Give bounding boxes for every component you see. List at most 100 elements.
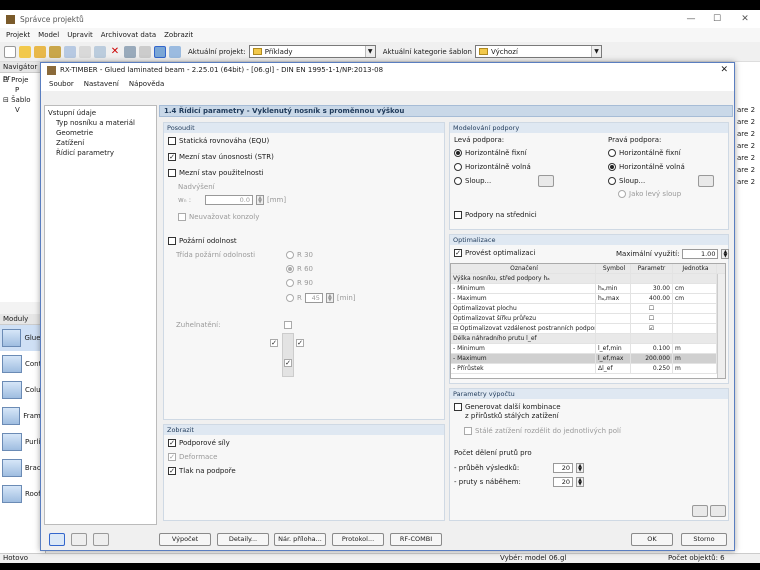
radio-selected[interactable]	[608, 163, 616, 171]
table-row[interactable]: Optimalizovat plochu ☐	[451, 304, 725, 314]
module-item[interactable]: Roof	[0, 481, 45, 507]
r-radio-row[interactable]: R 45 ▲ ▼ [min]	[286, 293, 356, 303]
checkbox[interactable]: ✓	[270, 339, 278, 347]
checkbox[interactable]	[284, 321, 292, 329]
edit-column-right-button[interactable]	[698, 175, 714, 187]
spin-icon[interactable]: ▲ ▼	[721, 249, 730, 259]
radio-selected[interactable]	[286, 265, 294, 273]
radio[interactable]	[618, 190, 626, 198]
tlak-checkbox-row[interactable]: ✓ Tlak na podpoře	[168, 467, 236, 475]
properties-icon[interactable]	[124, 45, 136, 58]
view-details-icon[interactable]	[169, 45, 181, 58]
checkbox-checked[interactable]: ✓	[168, 439, 176, 447]
project-select[interactable]: Příklady ▼	[248, 45, 376, 58]
table-row[interactable]: Optimalizovat šířku průřezu ☐	[451, 314, 725, 324]
table-row[interactable]: - Minimum l_ef,min 0.100 m	[451, 344, 725, 354]
r30-radio-row[interactable]: R 30	[286, 251, 313, 259]
maximize-icon[interactable]: ☐	[704, 10, 730, 28]
storno-button[interactable]: Storno	[681, 533, 727, 546]
export-icon[interactable]	[692, 505, 708, 517]
menu-model[interactable]: Model	[38, 31, 59, 39]
table-row[interactable]: - Maximum hₐ,max 400.00 cm	[451, 294, 725, 304]
protokol-button[interactable]: Protokol...	[332, 533, 384, 546]
edit-column-left-button[interactable]	[538, 175, 554, 187]
tree-item-geometrie[interactable]: Geometrie	[48, 128, 153, 138]
import-icon[interactable]	[710, 505, 726, 517]
table-row[interactable]: Výška nosníku, střed podpory hₐ	[451, 274, 725, 284]
view-list-icon[interactable]	[154, 45, 166, 58]
checkbox[interactable]	[168, 137, 176, 145]
tree-item-ridici[interactable]: Řídicí parametry	[48, 148, 153, 158]
nabeh-input[interactable]: 20	[553, 477, 573, 487]
module-item[interactable]: Glued	[0, 325, 45, 351]
r60-radio-row[interactable]: R 60	[286, 265, 313, 273]
checkbox-checked[interactable]: ✓	[168, 453, 176, 461]
radio[interactable]	[286, 251, 294, 259]
pozar-checkbox-row[interactable]: Požární odolnost	[168, 237, 237, 245]
menu-soubor[interactable]: Soubor	[49, 80, 74, 88]
print-icon[interactable]	[71, 533, 87, 546]
checkbox[interactable]	[454, 403, 462, 411]
zuhelnateni-checkbox[interactable]	[284, 321, 292, 329]
side-checkbox-left[interactable]: ✓	[270, 339, 278, 347]
rf-combi-button[interactable]: RF-COMBI	[390, 533, 442, 546]
prubeh-input[interactable]: 20	[553, 463, 573, 473]
spin-icon[interactable]: ▲ ▼	[325, 293, 334, 303]
module-item[interactable]: Brace	[0, 455, 45, 481]
checkbox[interactable]	[464, 427, 472, 435]
radio[interactable]	[454, 177, 462, 185]
tree-item[interactable]: ⊟ Proje	[3, 75, 42, 85]
detaily-button[interactable]: Detaily...	[217, 533, 269, 546]
module-item[interactable]: Conti	[0, 351, 45, 377]
leva-hf-radio[interactable]: Horizontálně fixní	[454, 149, 527, 157]
module-item[interactable]: Purlin	[0, 429, 45, 455]
close-icon[interactable]: ✕	[732, 10, 758, 28]
leva-hv-radio[interactable]: Horizontálně volná	[454, 163, 531, 171]
open-icon[interactable]	[19, 45, 31, 58]
sls-checkbox-row[interactable]: Mezní stav použitelnosti	[168, 169, 264, 177]
menu-nastaveni[interactable]: Nastavení	[84, 80, 119, 88]
radio-selected[interactable]	[454, 149, 462, 157]
help-icon[interactable]	[49, 533, 65, 546]
deformace-checkbox-row[interactable]: ✓ Deformace	[168, 453, 217, 461]
tree-item[interactable]: P	[3, 85, 42, 95]
menu-upravit[interactable]: Upravit	[67, 31, 93, 39]
tree-item-vstupni[interactable]: Vstupní údaje	[48, 108, 153, 118]
module-item[interactable]: Colun	[0, 377, 45, 403]
menu-archivovat[interactable]: Archivovat data	[101, 31, 156, 39]
table-scrollbar[interactable]	[717, 274, 725, 378]
checkbox[interactable]	[178, 213, 186, 221]
radio[interactable]	[286, 294, 294, 302]
table-row[interactable]: Délka náhradního prutu l_ef	[451, 334, 725, 344]
checkbox-checked[interactable]: ✓	[168, 467, 176, 475]
category-select[interactable]: Výchozí ▼	[475, 45, 602, 58]
menu-projekt[interactable]: Projekt	[6, 31, 30, 39]
str-checkbox-row[interactable]: ✓ Mezní stav únosnosti (STR)	[168, 153, 274, 161]
radio[interactable]	[608, 149, 616, 157]
radio[interactable]	[286, 279, 294, 287]
tree-item[interactable]: ⊟ Šablo	[3, 95, 42, 105]
konzoly-row[interactable]: Neuvažovat konzoly	[178, 213, 259, 221]
radio[interactable]	[454, 163, 462, 171]
ok-button[interactable]: OK	[631, 533, 673, 546]
prava-hv-radio[interactable]: Horizontálně volná	[608, 163, 685, 171]
minimize-icon[interactable]: —	[678, 10, 704, 28]
leva-sloup-radio[interactable]: Sloup...	[454, 177, 491, 185]
spin-icon[interactable]: ▲ ▼	[576, 463, 584, 473]
close-icon[interactable]: ✕	[720, 63, 728, 77]
checkbox[interactable]	[168, 169, 176, 177]
podporove-checkbox-row[interactable]: ✓ Podporové síly	[168, 439, 230, 447]
module-item[interactable]: Frame	[0, 403, 45, 429]
folder-icon[interactable]	[34, 45, 46, 58]
grid-icon[interactable]	[139, 45, 151, 58]
cut-icon[interactable]	[94, 45, 106, 58]
spin-icon[interactable]: ▲ ▼	[576, 477, 584, 487]
side-checkbox-right[interactable]: ✓	[296, 339, 304, 347]
tree-item-typ[interactable]: Typ nosníku a materiál	[48, 118, 153, 128]
menu-napoveda[interactable]: Nápověda	[129, 80, 164, 88]
checkbox[interactable]	[168, 237, 176, 245]
stale-checkbox-row[interactable]: Stálé zatížení rozdělit do jednotlivých …	[464, 427, 621, 435]
radio[interactable]	[608, 177, 616, 185]
checkbox[interactable]: ✓	[284, 359, 292, 367]
prava-sloup-radio[interactable]: Sloup...	[608, 177, 645, 185]
